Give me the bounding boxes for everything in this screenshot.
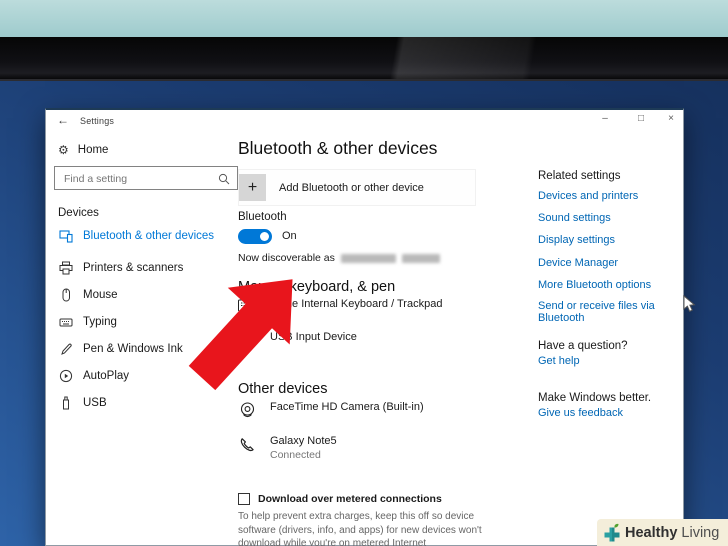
healthy-living-logo-icon bbox=[604, 523, 620, 542]
typing-keyboard-icon bbox=[58, 315, 73, 329]
section-heading-other-devices: Other devices bbox=[238, 381, 328, 397]
bluetooth-devices-icon bbox=[58, 229, 73, 243]
link-display-settings[interactable]: Display settings bbox=[538, 234, 615, 246]
pen-icon bbox=[58, 342, 73, 356]
metered-description: To help prevent extra charges, keep this… bbox=[238, 511, 482, 546]
link-devices-and-printers[interactable]: Devices and printers bbox=[538, 190, 638, 202]
plus-icon: + bbox=[239, 174, 266, 201]
sidebar-item-autoplay[interactable]: AutoPlay bbox=[46, 364, 238, 388]
sidebar-section-heading: Devices bbox=[58, 207, 99, 219]
scene: ← Settings – □ × ⚙ Home Devices Bluetoot… bbox=[0, 0, 728, 546]
bezel-gloss bbox=[0, 37, 728, 79]
make-windows-better-heading: Make Windows better. bbox=[538, 392, 652, 404]
background-wall bbox=[0, 0, 728, 37]
discoverable-text: Now discoverable as bbox=[238, 252, 440, 264]
sidebar-item-label: AutoPlay bbox=[83, 370, 130, 382]
close-button[interactable]: × bbox=[662, 113, 680, 124]
maximize-button[interactable]: □ bbox=[632, 113, 650, 124]
printer-icon bbox=[58, 261, 73, 275]
page-title: Bluetooth & other devices bbox=[238, 138, 438, 158]
link-send-receive-files[interactable]: Send or receive files via Bluetooth bbox=[538, 300, 683, 324]
add-bluetooth-button[interactable]: + Add Bluetooth or other device bbox=[238, 169, 476, 206]
censored-device-name bbox=[340, 253, 396, 263]
metered-checkbox-label: Download over metered connections bbox=[258, 493, 442, 505]
settings-window: ← Settings – □ × ⚙ Home Devices Bluetoot… bbox=[45, 108, 696, 546]
sidebar-item-bluetooth[interactable]: Bluetooth & other devices bbox=[46, 224, 238, 248]
minimize-button[interactable]: – bbox=[596, 113, 614, 124]
device-name: Galaxy Note5 bbox=[270, 435, 337, 447]
device-name: Apple Internal Keyboard / Trackpad bbox=[270, 298, 443, 310]
bluetooth-toggle-label: Bluetooth bbox=[238, 211, 287, 223]
search-input[interactable] bbox=[62, 168, 216, 190]
webcam-icon bbox=[238, 401, 257, 419]
device-row-facetime-camera[interactable]: FaceTime HD Camera (Built-in) bbox=[238, 401, 424, 419]
add-bluetooth-label: Add Bluetooth or other device bbox=[279, 181, 424, 194]
keyboard-icon bbox=[238, 298, 257, 312]
discoverable-prefix: Now discoverable as bbox=[238, 252, 335, 264]
sidebar-item-label: Pen & Windows Ink bbox=[83, 343, 183, 355]
search-box[interactable] bbox=[54, 166, 238, 190]
section-heading-mouse-keyboard-pen: Mouse, keyboard, & pen bbox=[238, 279, 396, 295]
watermark-text-bold: Healthy bbox=[625, 524, 678, 541]
sidebar-item-mouse[interactable]: Mouse bbox=[46, 283, 238, 307]
censored-device-name-2 bbox=[401, 253, 440, 263]
sidebar-item-label: Bluetooth & other devices bbox=[83, 230, 215, 242]
home-label: Home bbox=[77, 144, 109, 156]
device-row-usb-input[interactable]: USB Input Device bbox=[238, 331, 357, 349]
sidebar-item-label: Printers & scanners bbox=[83, 262, 184, 274]
sidebar-item-home[interactable]: ⚙ Home bbox=[58, 143, 108, 157]
sidebar-item-label: Typing bbox=[83, 316, 117, 328]
sidebar-item-printers[interactable]: Printers & scanners bbox=[46, 256, 238, 280]
watermark-text-regular: Living bbox=[677, 524, 720, 541]
have-a-question-heading: Have a question? bbox=[538, 340, 628, 352]
sidebar-item-label: Mouse bbox=[83, 289, 118, 301]
device-name: FaceTime HD Camera (Built-in) bbox=[270, 401, 424, 413]
laptop-bezel bbox=[0, 37, 728, 81]
back-button[interactable]: ← bbox=[57, 113, 69, 127]
sidebar-item-pen[interactable]: Pen & Windows Ink bbox=[46, 337, 238, 361]
sidebar-item-usb[interactable]: USB bbox=[46, 391, 238, 415]
bluetooth-toggle-state: On bbox=[282, 230, 297, 242]
toggle-knob bbox=[260, 232, 269, 241]
sidebar-item-typing[interactable]: Typing bbox=[46, 310, 238, 334]
usb-icon bbox=[58, 396, 73, 410]
device-row-galaxy-note5[interactable]: Galaxy Note5 Connected bbox=[238, 435, 337, 461]
link-sound-settings[interactable]: Sound settings bbox=[538, 212, 611, 224]
window-title: Settings bbox=[80, 116, 115, 126]
device-name: USB Input Device bbox=[270, 331, 357, 343]
device-status: Connected bbox=[270, 449, 321, 461]
link-more-bluetooth-options[interactable]: More Bluetooth options bbox=[538, 279, 651, 291]
bluetooth-toggle[interactable] bbox=[238, 229, 272, 244]
link-give-us-feedback[interactable]: Give us feedback bbox=[538, 407, 623, 419]
related-settings-heading: Related settings bbox=[538, 170, 621, 182]
sidebar-item-label: USB bbox=[83, 397, 107, 409]
mouse-icon bbox=[58, 288, 73, 302]
metered-checkbox[interactable] bbox=[238, 493, 250, 505]
phone-icon bbox=[238, 435, 257, 453]
search-icon bbox=[218, 173, 230, 185]
metered-checkbox-row[interactable]: Download over metered connections bbox=[238, 493, 442, 505]
link-get-help[interactable]: Get help bbox=[538, 355, 580, 367]
device-row-apple-keyboard[interactable]: Apple Internal Keyboard / Trackpad bbox=[238, 298, 442, 312]
healthy-living-watermark: Healthy Living bbox=[597, 519, 728, 546]
bluetooth-icon bbox=[238, 331, 257, 349]
link-device-manager[interactable]: Device Manager bbox=[538, 257, 618, 269]
gear-icon: ⚙ bbox=[58, 143, 69, 157]
autoplay-icon bbox=[58, 369, 73, 383]
